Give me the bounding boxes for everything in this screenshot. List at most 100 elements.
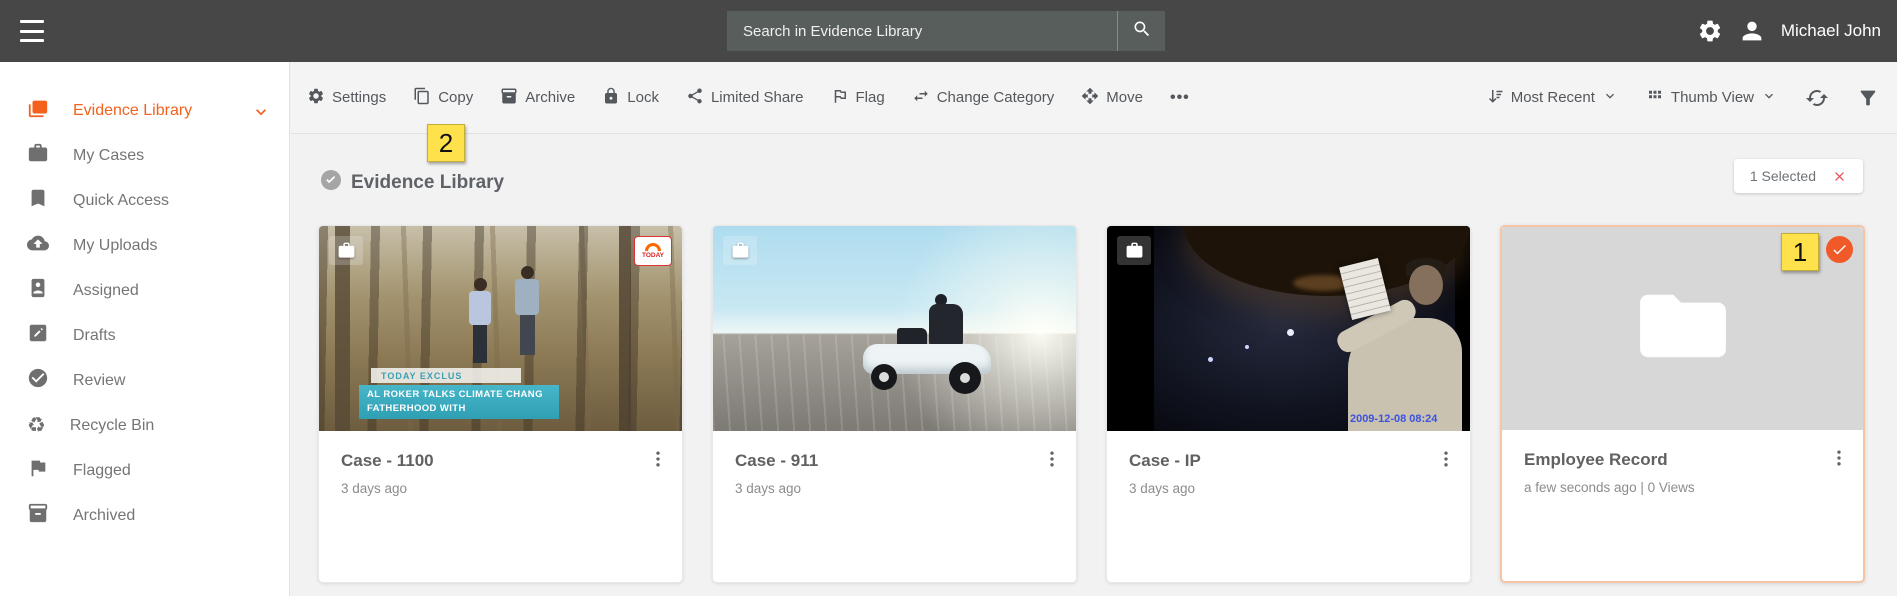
card-footer: Case - 911 3 days ago bbox=[713, 431, 1076, 496]
user-name[interactable]: Michael John bbox=[1781, 21, 1881, 41]
video-thumbnail[interactable] bbox=[713, 226, 1076, 431]
flag-label: Flag bbox=[856, 89, 885, 106]
gear-icon bbox=[307, 87, 325, 109]
sort-label: Most Recent bbox=[1511, 89, 1595, 106]
change-category-label: Change Category bbox=[937, 89, 1055, 106]
more-actions-button[interactable]: ••• bbox=[1170, 89, 1190, 107]
sidebar-item-label: Quick Access bbox=[73, 192, 169, 210]
view-dropdown[interactable]: Thumb View bbox=[1646, 87, 1777, 109]
sidebar-item-quick-access[interactable]: Quick Access bbox=[0, 178, 289, 223]
limited-share-label: Limited Share bbox=[711, 89, 804, 106]
sidebar-item-assigned[interactable]: Assigned bbox=[0, 268, 289, 313]
sidebar-item-archived[interactable]: Archived bbox=[0, 493, 289, 538]
video-thumbnail[interactable]: TODAY EXCLUS AL ROKER TALKS CLIMATE CHAN… bbox=[319, 226, 682, 431]
sidebar-item-label: My Cases bbox=[73, 147, 144, 165]
flag-icon bbox=[27, 457, 49, 484]
search-bar bbox=[727, 11, 1165, 51]
refresh-icon[interactable] bbox=[1805, 86, 1829, 110]
annotation-step-badge-2: 2 bbox=[427, 124, 465, 162]
archive-box-icon bbox=[27, 502, 49, 529]
kebab-menu-icon[interactable] bbox=[1436, 449, 1456, 474]
evidence-card-employee-record[interactable]: 1 Employee Record a few seconds ago | 0 … bbox=[1500, 225, 1865, 583]
video-thumbnail[interactable]: 2009-12-08 08:24 bbox=[1107, 226, 1470, 431]
card-title[interactable]: Case - IP bbox=[1129, 451, 1450, 471]
video-caption-bar: AL ROKER TALKS CLIMATE CHANG FATHERHOOD … bbox=[359, 385, 559, 419]
archive-icon bbox=[500, 87, 518, 109]
copy-icon bbox=[413, 87, 431, 109]
archive-button[interactable]: Archive bbox=[500, 87, 575, 109]
copy-button[interactable]: Copy bbox=[413, 87, 473, 109]
lock-label: Lock bbox=[627, 89, 659, 106]
search-button[interactable] bbox=[1117, 11, 1165, 51]
sidebar-item-label: Review bbox=[73, 372, 125, 390]
selected-check-icon[interactable] bbox=[1826, 236, 1853, 263]
admin-gears-icon[interactable] bbox=[1697, 18, 1723, 44]
card-footer: Case - 1100 3 days ago bbox=[319, 431, 682, 496]
video-caption-tag: TODAY EXCLUS bbox=[371, 368, 521, 383]
sidebar-item-my-uploads[interactable]: My Uploads bbox=[0, 223, 289, 268]
check-circle-icon bbox=[27, 367, 49, 394]
search-input[interactable] bbox=[727, 11, 1117, 51]
change-category-button[interactable]: Change Category bbox=[912, 87, 1055, 109]
kebab-menu-icon[interactable] bbox=[648, 449, 668, 474]
filter-icon[interactable] bbox=[1857, 87, 1879, 109]
sort-dropdown[interactable]: Most Recent bbox=[1486, 87, 1618, 109]
copy-label: Copy bbox=[438, 89, 473, 106]
sidebar-item-label: My Uploads bbox=[73, 237, 157, 255]
video-timestamp: 2009-12-08 08:24 bbox=[1350, 413, 1437, 425]
settings-button[interactable]: Settings bbox=[307, 87, 386, 109]
lock-button[interactable]: Lock bbox=[602, 87, 659, 109]
sidebar-item-label: Drafts bbox=[73, 327, 116, 345]
card-title[interactable]: Case - 911 bbox=[735, 451, 1056, 471]
sidebar-item-recycle-bin[interactable]: ♻ Recycle Bin bbox=[0, 403, 289, 448]
cloud-upload-icon bbox=[27, 232, 49, 259]
share-icon bbox=[686, 87, 704, 109]
move-icon bbox=[1081, 87, 1099, 109]
tree-trunk bbox=[619, 226, 631, 431]
document-paper bbox=[1339, 258, 1391, 320]
card-meta: a few seconds ago | 0 Views bbox=[1524, 480, 1843, 495]
flag-button[interactable]: Flag bbox=[831, 87, 885, 109]
sidebar-item-drafts[interactable]: Drafts bbox=[0, 313, 289, 358]
night-car-scene: 2009-12-08 08:24 bbox=[1154, 226, 1455, 431]
sidebar-item-label: Flagged bbox=[73, 462, 131, 480]
move-label: Move bbox=[1106, 89, 1143, 106]
today-show-logo: TODAY bbox=[634, 236, 672, 266]
sidebar-item-my-cases[interactable]: My Cases bbox=[0, 133, 289, 178]
category-check-icon bbox=[319, 168, 343, 197]
move-button[interactable]: Move bbox=[1081, 87, 1143, 109]
kebab-menu-icon[interactable] bbox=[1829, 448, 1849, 473]
menu-icon[interactable] bbox=[20, 20, 44, 42]
card-title[interactable]: Employee Record bbox=[1524, 450, 1843, 470]
evidence-card-case-911[interactable]: Case - 911 3 days ago bbox=[712, 225, 1077, 583]
bookmark-icon bbox=[27, 187, 49, 214]
page-heading: Evidence Library bbox=[319, 168, 504, 197]
sidebar-item-label: Assigned bbox=[73, 282, 139, 300]
sidebar-item-evidence-library[interactable]: Evidence Library bbox=[0, 88, 289, 133]
limited-share-button[interactable]: Limited Share bbox=[686, 87, 804, 109]
card-meta: 3 days ago bbox=[1129, 481, 1450, 496]
user-avatar-icon[interactable] bbox=[1738, 17, 1766, 45]
selection-count: 1 Selected bbox=[1750, 168, 1816, 184]
card-meta: 3 days ago bbox=[341, 481, 662, 496]
chevron-down-icon[interactable] bbox=[251, 102, 271, 127]
sidebar-item-label: Recycle Bin bbox=[70, 417, 154, 435]
briefcase-icon bbox=[27, 142, 49, 169]
edit-square-icon bbox=[27, 322, 49, 349]
sidebar-item-flagged[interactable]: Flagged bbox=[0, 448, 289, 493]
settings-label: Settings bbox=[332, 89, 386, 106]
kebab-menu-icon[interactable] bbox=[1042, 449, 1062, 474]
lock-icon bbox=[602, 87, 620, 109]
evidence-card-case-ip[interactable]: 2009-12-08 08:24 Case - IP 3 days ago bbox=[1106, 225, 1471, 583]
sidebar-item-label: Archived bbox=[73, 507, 135, 525]
archive-label: Archive bbox=[525, 89, 575, 106]
page-title: Evidence Library bbox=[351, 172, 504, 194]
view-label: Thumb View bbox=[1671, 89, 1754, 106]
sidebar-item-review[interactable]: Review bbox=[0, 358, 289, 403]
card-title[interactable]: Case - 1100 bbox=[341, 451, 662, 471]
toolbar-right-group: Most Recent Thumb View bbox=[1486, 86, 1879, 110]
flag-outline-icon bbox=[831, 87, 849, 109]
folder-thumbnail[interactable]: 1 bbox=[1502, 227, 1863, 430]
clear-selection-icon[interactable] bbox=[1832, 169, 1847, 184]
evidence-card-case-1100[interactable]: TODAY EXCLUS AL ROKER TALKS CLIMATE CHAN… bbox=[318, 225, 683, 583]
